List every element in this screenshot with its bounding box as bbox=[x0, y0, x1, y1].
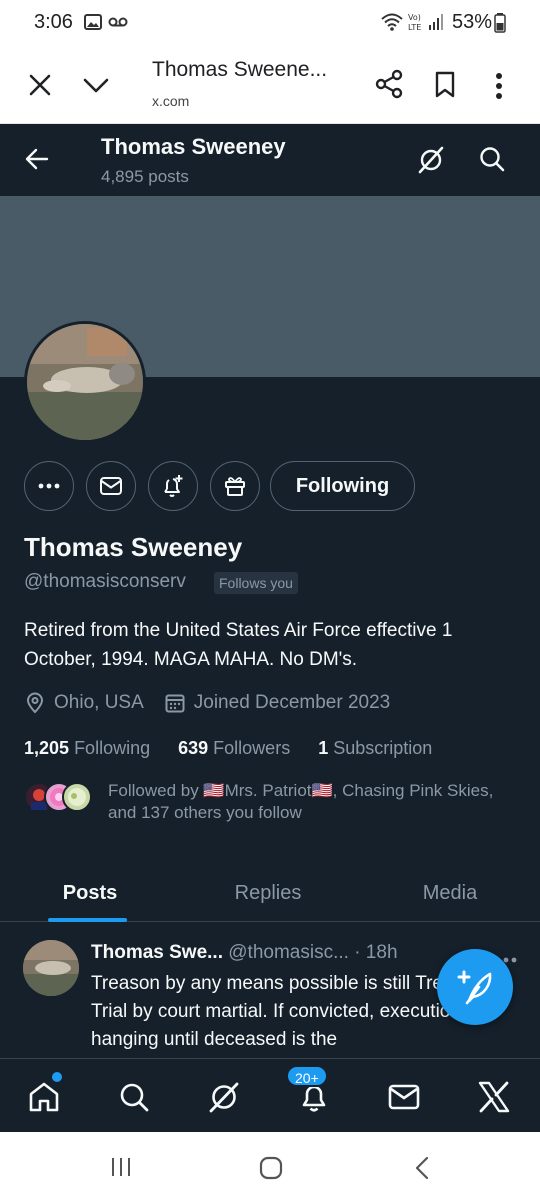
followed-by-text: Followed by 🇺🇸Mrs. Patriot🇺🇸, Chasing Pi… bbox=[108, 781, 494, 822]
back-arrow-icon[interactable] bbox=[24, 146, 50, 172]
search-icon[interactable] bbox=[478, 145, 506, 173]
nav-x[interactable] bbox=[470, 1073, 518, 1121]
following-count: 1,205 bbox=[24, 738, 70, 758]
grok-icon[interactable] bbox=[416, 145, 446, 175]
followers-count-link[interactable]: 639 Followers bbox=[178, 738, 290, 759]
recent-apps-icon[interactable] bbox=[110, 1156, 132, 1183]
subscription-count: 1 bbox=[318, 738, 329, 758]
bottom-navigation: 20+ bbox=[0, 1058, 540, 1132]
nav-grok[interactable] bbox=[200, 1073, 248, 1121]
profile-stats: 1,205 Following 639 Followers 1 Subscrip… bbox=[24, 738, 460, 759]
gift-icon bbox=[225, 477, 245, 496]
more-horiz-icon bbox=[38, 483, 60, 489]
envelope-icon bbox=[100, 477, 122, 495]
profile-name: Thomas Sweeney bbox=[24, 532, 243, 562]
followers-label: Followers bbox=[213, 738, 291, 758]
post-avatar[interactable] bbox=[23, 940, 79, 996]
search-icon bbox=[120, 1083, 149, 1112]
browser-page-title: Thomas Sweene... bbox=[152, 58, 328, 81]
gallery-icon bbox=[84, 14, 102, 35]
tab-media[interactable]: Media bbox=[360, 864, 540, 922]
subscription-count-link[interactable]: 1 Subscription bbox=[318, 738, 432, 759]
home-notification-dot bbox=[52, 1072, 62, 1082]
follows-you-badge: Follows you bbox=[214, 572, 298, 594]
bell-plus-icon bbox=[164, 475, 183, 497]
browser-toolbar: Thomas Sweene... x.com bbox=[0, 48, 540, 124]
envelope-icon bbox=[388, 1084, 420, 1110]
active-tab-indicator bbox=[48, 918, 127, 922]
more-options-button[interactable] bbox=[24, 461, 74, 511]
x-logo-icon bbox=[478, 1081, 510, 1113]
home-button-icon[interactable] bbox=[259, 1156, 283, 1185]
profile-handle: @thomasisconserv bbox=[24, 571, 186, 592]
profile-avatar[interactable] bbox=[24, 321, 146, 443]
more-vert-icon[interactable] bbox=[494, 72, 504, 100]
location: Ohio, USA bbox=[24, 692, 144, 714]
tab-replies[interactable]: Replies bbox=[178, 864, 358, 922]
message-button[interactable] bbox=[86, 461, 136, 511]
back-button-icon[interactable] bbox=[414, 1156, 430, 1185]
profile-meta: Ohio, USA Joined December 2023 bbox=[24, 689, 410, 717]
tab-posts[interactable]: Posts bbox=[0, 864, 180, 922]
wifi-icon bbox=[380, 12, 404, 37]
volte-icon: Vo) LTE bbox=[408, 12, 426, 37]
feather-plus-icon bbox=[457, 970, 492, 1005]
topbar-title: Thomas Sweeney bbox=[101, 134, 286, 159]
location-pin-icon bbox=[26, 692, 44, 714]
following-button[interactable]: Following bbox=[270, 461, 415, 511]
nav-messages[interactable] bbox=[380, 1073, 428, 1121]
gift-button[interactable] bbox=[210, 461, 260, 511]
profile-tabs: Posts Replies Media bbox=[0, 864, 540, 922]
browser-url: x.com bbox=[152, 93, 190, 109]
bookmark-icon[interactable] bbox=[434, 71, 456, 99]
post-time[interactable]: · 18h bbox=[354, 942, 397, 963]
followed-by-avatars bbox=[24, 780, 94, 814]
status-bar: 3:06 Vo) LTE 53% bbox=[0, 0, 540, 48]
avatar bbox=[62, 782, 92, 812]
post-handle[interactable]: @thomasisc... bbox=[228, 942, 349, 963]
notifications-badge: 20+ bbox=[286, 1065, 328, 1087]
calendar-icon bbox=[165, 694, 185, 713]
compose-post-button[interactable] bbox=[437, 949, 513, 1025]
signal-icon bbox=[428, 13, 444, 36]
location-text: Ohio, USA bbox=[54, 692, 144, 713]
post-header: Thomas Swe... @thomasisc... · 18h bbox=[91, 942, 398, 964]
close-icon[interactable] bbox=[27, 72, 53, 98]
battery-icon bbox=[494, 13, 506, 38]
android-navigation-bar bbox=[0, 1132, 540, 1200]
profile-topbar: Thomas Sweeney 4,895 posts bbox=[0, 124, 540, 196]
svg-text:LTE: LTE bbox=[408, 23, 421, 32]
notify-button[interactable] bbox=[148, 461, 198, 511]
post-author[interactable]: Thomas Swe... bbox=[91, 942, 223, 963]
following-count-link[interactable]: 1,205 Following bbox=[24, 738, 150, 759]
status-time: 3:06 bbox=[34, 11, 73, 33]
topbar-post-count: 4,895 posts bbox=[101, 167, 189, 186]
share-icon[interactable] bbox=[374, 69, 404, 99]
profile-bio: Retired from the United States Air Force… bbox=[24, 620, 453, 670]
nav-search[interactable] bbox=[110, 1073, 158, 1121]
following-label: Following bbox=[74, 738, 151, 758]
chevron-down-icon[interactable] bbox=[82, 74, 110, 96]
join-date: Joined December 2023 bbox=[164, 692, 390, 714]
home-icon bbox=[29, 1082, 59, 1112]
grok-icon bbox=[209, 1082, 239, 1113]
followers-count: 639 bbox=[178, 738, 209, 758]
join-date-text: Joined December 2023 bbox=[193, 692, 391, 713]
voicemail-icon bbox=[108, 15, 128, 33]
svg-text:Vo): Vo) bbox=[408, 13, 421, 22]
subscription-label: Subscription bbox=[333, 738, 433, 758]
profile-page: Thomas Sweeney 4,895 posts Following Tho… bbox=[0, 124, 540, 1132]
battery-percent: 53% bbox=[451, 11, 492, 33]
